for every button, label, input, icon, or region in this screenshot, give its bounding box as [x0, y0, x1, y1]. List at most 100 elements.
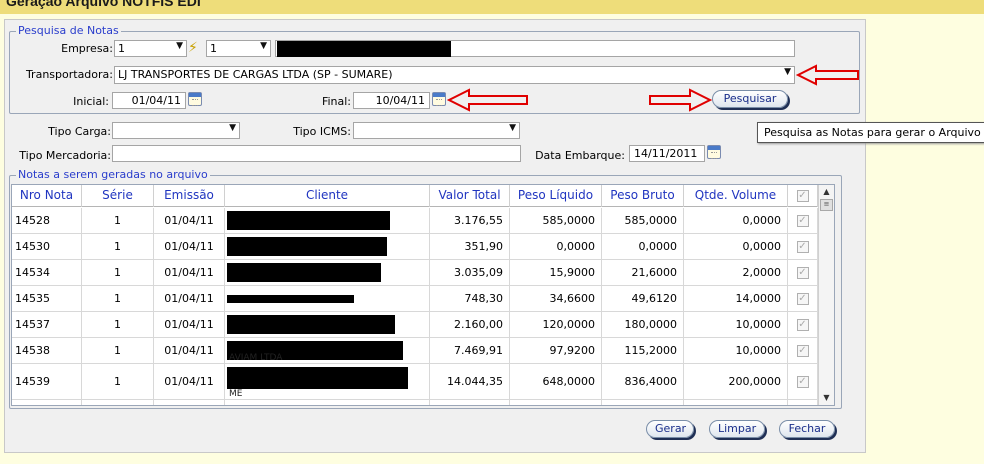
col-header-serie[interactable]: Série: [82, 185, 154, 207]
chevron-down-icon: ▼: [229, 123, 236, 133]
red-arrow-left-icon: [447, 88, 528, 112]
row-checkbox[interactable]: ✓: [788, 208, 818, 233]
inicial-label: Inicial:: [73, 95, 109, 108]
cell-empty: [12, 400, 82, 405]
redacted-block: [227, 367, 408, 389]
redacted-block: [227, 211, 390, 230]
transportadora-label: Transportadora:: [25, 68, 113, 81]
page-title: Geração Arquivo NOTFIS EDI: [6, 0, 201, 9]
cell-serie: 1: [82, 312, 154, 337]
cell-valor: 7.469,91: [430, 338, 510, 363]
empresa-select[interactable]: 1 ▼: [114, 40, 187, 57]
table-row[interactable]: 14535 1 01/04/11 748,30 34,6600 49,6120 14,000…: [12, 286, 818, 312]
final-date-input[interactable]: 10/04/11: [353, 92, 430, 109]
cell-volume: 10,0000: [684, 338, 788, 363]
col-header-nro[interactable]: Nro Nota: [12, 185, 82, 207]
cell-bruto: 180,0000: [602, 312, 684, 337]
cell-valor: 3.035,09: [430, 260, 510, 285]
cell-valor: 3.176,55: [430, 208, 510, 233]
data-embarque-input[interactable]: 14/11/2011: [629, 145, 705, 162]
row-checkbox[interactable]: ✓: [788, 364, 818, 399]
tipo-mercadoria-input[interactable]: [112, 145, 521, 162]
transportadora-select[interactable]: LJ TRANSPORTES DE CARGAS LTDA (SP - SUMA…: [114, 66, 795, 84]
title-bar: Geração Arquivo NOTFIS EDI: [0, 0, 984, 14]
chevron-down-icon: ▼: [176, 41, 183, 51]
col-header-cliente[interactable]: Cliente: [225, 185, 430, 207]
col-header-check[interactable]: ✓: [788, 185, 818, 207]
lightning-icon[interactable]: ⚡: [188, 41, 198, 55]
cell-serie: 1: [82, 234, 154, 259]
check-icon: ✓: [796, 292, 809, 305]
row-checkbox[interactable]: ✓: [788, 286, 818, 311]
cell-emissao: 01/04/11: [154, 260, 225, 285]
cell-bruto: 836,4000: [602, 364, 684, 399]
cell-bruto: 585,0000: [602, 208, 684, 233]
cell-valor: 748,30: [430, 286, 510, 311]
fechar-button[interactable]: Fechar: [779, 420, 835, 438]
chevron-down-icon: ▼: [509, 123, 516, 133]
cell-volume: 200,0000: [684, 364, 788, 399]
col-header-volume[interactable]: Qtde. Volume: [684, 185, 788, 207]
scroll-down-icon[interactable]: ▼: [819, 391, 834, 405]
cell-empty: [430, 400, 510, 405]
table-row[interactable]: [12, 400, 818, 405]
chevron-down-icon: ▼: [260, 41, 267, 51]
chevron-down-icon: ▼: [784, 67, 791, 77]
scroll-up-icon[interactable]: ▲: [819, 185, 834, 199]
tipo-icms-select[interactable]: ▼: [353, 122, 520, 139]
table-row[interactable]: 14530 1 01/04/11 351,90 0,0000 0,0000 0,0000 ✓: [12, 234, 818, 260]
limpar-button[interactable]: Limpar: [709, 420, 765, 438]
cell-volume: 0,0000: [684, 234, 788, 259]
vertical-scrollbar[interactable]: ▲ ≡ ▼: [818, 185, 834, 405]
table-row[interactable]: 14534 1 01/04/11 3.035,09 15,9000 21,6000 2,00…: [12, 260, 818, 286]
row-checkbox[interactable]: ✓: [788, 234, 818, 259]
cell-serie: 1: [82, 338, 154, 363]
cell-liquido: 120,0000: [510, 312, 602, 337]
cliente-subtext: AVIAM LTDA: [229, 353, 283, 363]
row-checkbox[interactable]: ✓: [788, 338, 818, 363]
table-row[interactable]: 14539 1 01/04/11 ME 14.044,35 648,0000 836,400…: [12, 364, 818, 400]
calendar-icon[interactable]: [707, 145, 721, 159]
pesquisar-button[interactable]: Pesquisar: [712, 90, 788, 108]
cell-cliente: [225, 208, 430, 233]
grid-legend: Notas a serem geradas no arquivo: [16, 168, 210, 181]
scroll-thumb[interactable]: ≡: [820, 199, 833, 211]
table-row[interactable]: 14538 1 01/04/11 AVIAM LTDA 7.469,91 97,9200 1…: [12, 338, 818, 364]
table-row[interactable]: 14537 1 01/04/11 2.160,00 120,0000 180,0000 10…: [12, 312, 818, 338]
cell-volume: 0,0000: [684, 208, 788, 233]
cell-cliente: [225, 260, 430, 285]
cell-empty: [510, 400, 602, 405]
cell-nro: 14538: [12, 338, 82, 363]
tipo-carga-select[interactable]: ▼: [112, 122, 240, 139]
calendar-icon[interactable]: [432, 92, 446, 106]
cell-valor: 351,90: [430, 234, 510, 259]
row-checkbox[interactable]: ✓: [788, 312, 818, 337]
red-arrow-right-icon: [649, 88, 712, 112]
cell-bruto: 21,6000: [602, 260, 684, 285]
check-icon: ✓: [796, 240, 809, 253]
cell-serie: 1: [82, 260, 154, 285]
table-row[interactable]: 14528 1 01/04/11 3.176,55 585,0000 585,0000 0,…: [12, 208, 818, 234]
col-header-bruto[interactable]: Peso Bruto: [602, 185, 684, 207]
redacted-block: [277, 41, 451, 57]
cell-nro: 14530: [12, 234, 82, 259]
col-header-valor[interactable]: Valor Total: [430, 185, 510, 207]
gerar-button[interactable]: Gerar: [646, 420, 694, 438]
inicial-date-input[interactable]: 01/04/11: [112, 92, 186, 109]
col-header-emissao[interactable]: Emissão: [154, 185, 225, 207]
col-header-liquido[interactable]: Peso Líquido: [510, 185, 602, 207]
calendar-icon[interactable]: [188, 92, 202, 106]
cell-nro: 14535: [12, 286, 82, 311]
redacted-block: [227, 295, 354, 303]
cell-emissao: 01/04/11: [154, 234, 225, 259]
cell-emissao: 01/04/11: [154, 312, 225, 337]
cell-valor: 14.044,35: [430, 364, 510, 399]
cell-cliente: [225, 234, 430, 259]
cell-liquido: 648,0000: [510, 364, 602, 399]
filial-select[interactable]: 1 ▼: [206, 40, 271, 57]
row-checkbox[interactable]: ✓: [788, 260, 818, 285]
cell-emissao: 01/04/11: [154, 338, 225, 363]
redacted-block: [227, 263, 381, 282]
cell-bruto: 115,2000: [602, 338, 684, 363]
cell-cliente: [225, 286, 430, 311]
